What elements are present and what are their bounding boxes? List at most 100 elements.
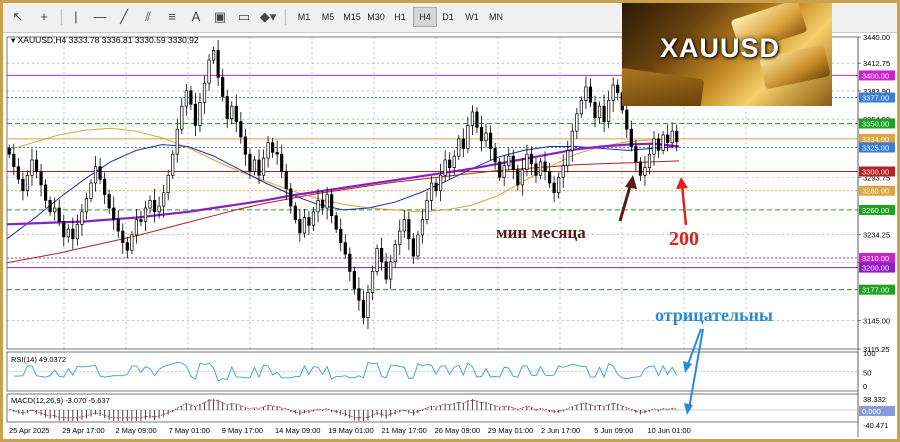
timeframe-m30[interactable]: M30: [365, 7, 387, 27]
candle-body: [157, 205, 161, 213]
rsi-line: [13, 361, 678, 382]
candle-body: [311, 211, 316, 226]
timeframe-mn[interactable]: MN: [485, 7, 507, 27]
timeframe-w1[interactable]: W1: [461, 7, 483, 27]
crosshair-icon[interactable]: +: [35, 8, 53, 26]
vertical-line-icon[interactable]: |: [67, 8, 85, 26]
candle-body: [547, 171, 552, 184]
candle-body: [284, 171, 288, 190]
candle-body: [89, 182, 93, 199]
candle-body: [257, 159, 261, 176]
candle-body: [607, 100, 611, 122]
candle-body: [130, 234, 134, 251]
level-price-label: 3177.00: [862, 286, 889, 295]
timeframe-m5[interactable]: M5: [317, 7, 339, 27]
candle-body: [302, 217, 307, 234]
candle-body: [407, 219, 411, 240]
annotation-month-low: мин месяца: [496, 223, 586, 242]
candle-body: [198, 101, 202, 126]
toolbar-separator: [61, 9, 62, 25]
rsi-tick-label: 100: [863, 349, 876, 358]
time-tick-label: 2 May 09:00: [115, 426, 156, 435]
candle-body: [16, 166, 20, 180]
candle-body: [352, 271, 356, 290]
candle-body: [53, 207, 57, 213]
candle-body: [148, 199, 152, 209]
candle-body: [189, 90, 193, 105]
candle-body: [484, 132, 488, 142]
macd-tick-label: 0.000: [862, 407, 881, 416]
candle-body: [171, 153, 175, 176]
cursor-icon[interactable]: ↖: [9, 8, 27, 26]
text-tool-icon[interactable]: A: [187, 8, 205, 26]
ad-banner-title: XAUUSD: [660, 33, 781, 63]
fibonacci-icon[interactable]: ≡: [163, 8, 181, 26]
candle-body: [398, 230, 402, 245]
candle-body: [425, 199, 429, 220]
time-tick-label: 21 May 17:00: [381, 426, 426, 435]
candle-body: [384, 261, 388, 280]
time-tick-label: 5 Jun 09:00: [594, 426, 633, 435]
candle-body: [675, 130, 679, 143]
level-price-label: 3260.00: [862, 206, 889, 215]
label-tool-icon[interactable]: ▣: [211, 8, 229, 26]
rsi-tick-label: 0: [863, 382, 867, 391]
timeframe-m1[interactable]: M1: [293, 7, 315, 27]
candle-body: [125, 242, 129, 251]
candle-body: [202, 82, 207, 103]
rectangle-tool-icon[interactable]: ▭: [235, 8, 253, 26]
indicator-panes: RSI(14) 49.0372 MACD(12,26,9) -3.070 -5.6…: [6, 349, 895, 430]
timeframe-h1[interactable]: H1: [389, 7, 411, 27]
candle-body: [234, 105, 238, 122]
annotation-negative: отрицательны: [655, 305, 773, 325]
candle-body: [80, 211, 84, 225]
annotation-arrow-head: [684, 403, 693, 415]
candle-body: [162, 192, 166, 207]
ad-banner: XAUUSD: [622, 3, 832, 106]
candle-body: [252, 159, 257, 172]
time-tick-label: 26 May 09:00: [435, 426, 480, 435]
candle-body: [448, 159, 452, 169]
candle-body: [98, 166, 102, 180]
candle-body: [93, 166, 98, 184]
candle-body: [66, 228, 70, 238]
candle-body: [316, 199, 320, 213]
candle-body: [452, 155, 456, 169]
candle-body: [643, 167, 647, 176]
trendline-icon[interactable]: ╱: [115, 8, 133, 26]
shapes-menu-icon[interactable]: ◆▾: [259, 8, 277, 26]
level-price-label: 3280.00: [862, 187, 889, 196]
time-axis: 25 Apr 2025 29 Apr 17:00 2 May 09:00 7 May …: [9, 426, 691, 435]
candle-body: [566, 150, 570, 167]
candle-body: [107, 194, 111, 209]
candle-body: [293, 205, 297, 220]
timeframe-d1[interactable]: D1: [437, 7, 459, 27]
candle-body: [402, 219, 406, 232]
candle-body: [616, 84, 620, 94]
candle-body: [266, 142, 270, 159]
candle-body: [434, 182, 438, 192]
candle-body: [216, 50, 220, 78]
timeframe-h4[interactable]: H4: [413, 7, 437, 27]
candle-body: [370, 271, 375, 293]
horizontal-line-icon[interactable]: —: [91, 8, 109, 26]
annotations: мин месяца 200 отрицательны: [496, 175, 773, 415]
candle-body: [39, 171, 43, 186]
macd-tick-label: -40.471: [863, 421, 888, 430]
candle-body: [361, 299, 366, 318]
candle-body: [325, 194, 329, 209]
candle-body: [103, 178, 107, 195]
candle-body: [516, 169, 520, 186]
candle-body: [348, 253, 352, 272]
candle-body: [21, 178, 25, 192]
timeframe-m15[interactable]: M15: [341, 7, 363, 27]
channel-icon[interactable]: ⫽: [139, 8, 157, 26]
candle-body: [121, 230, 125, 243]
candle-body: [461, 138, 465, 149]
candle-body: [470, 111, 475, 126]
gold-bar-image: [622, 66, 705, 106]
candle-body: [584, 86, 588, 101]
candle-body: [211, 50, 216, 61]
time-tick-label: 10 Jun 01:00: [647, 426, 690, 435]
candle-body: [339, 228, 343, 243]
